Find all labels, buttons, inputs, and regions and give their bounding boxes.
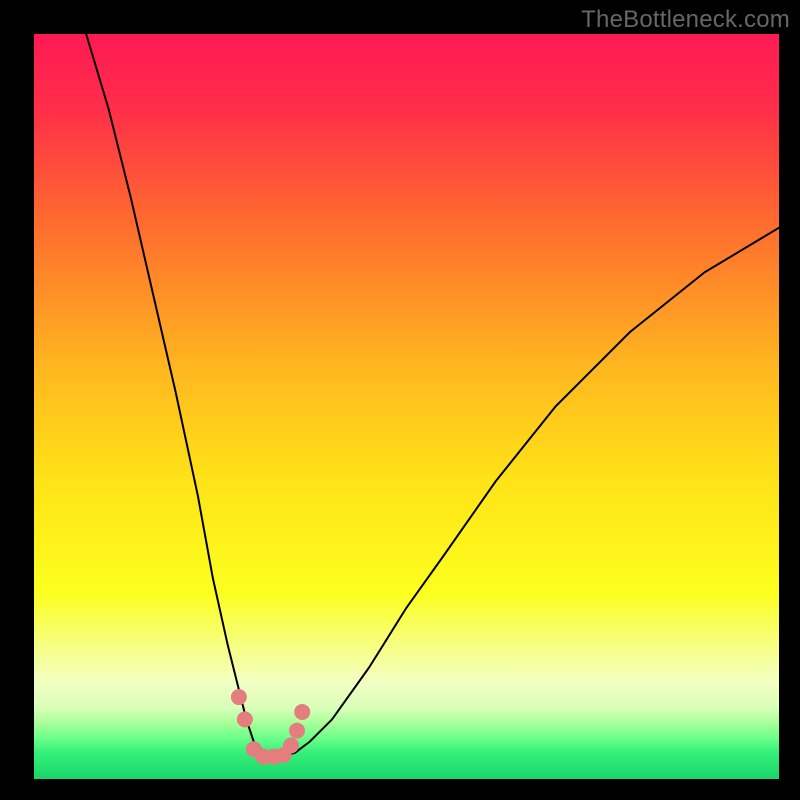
watermark-text: TheBottleneck.com	[581, 6, 790, 34]
series-layer	[86, 34, 779, 765]
marker-point	[283, 737, 299, 753]
plot-area	[34, 34, 779, 779]
curve-path	[86, 34, 779, 757]
marker-point	[294, 704, 310, 720]
chart-svg	[34, 34, 779, 779]
chart-frame: TheBottleneck.com	[0, 0, 800, 800]
marker-point	[289, 723, 305, 739]
marker-point	[231, 689, 247, 705]
marker-point	[237, 711, 253, 727]
